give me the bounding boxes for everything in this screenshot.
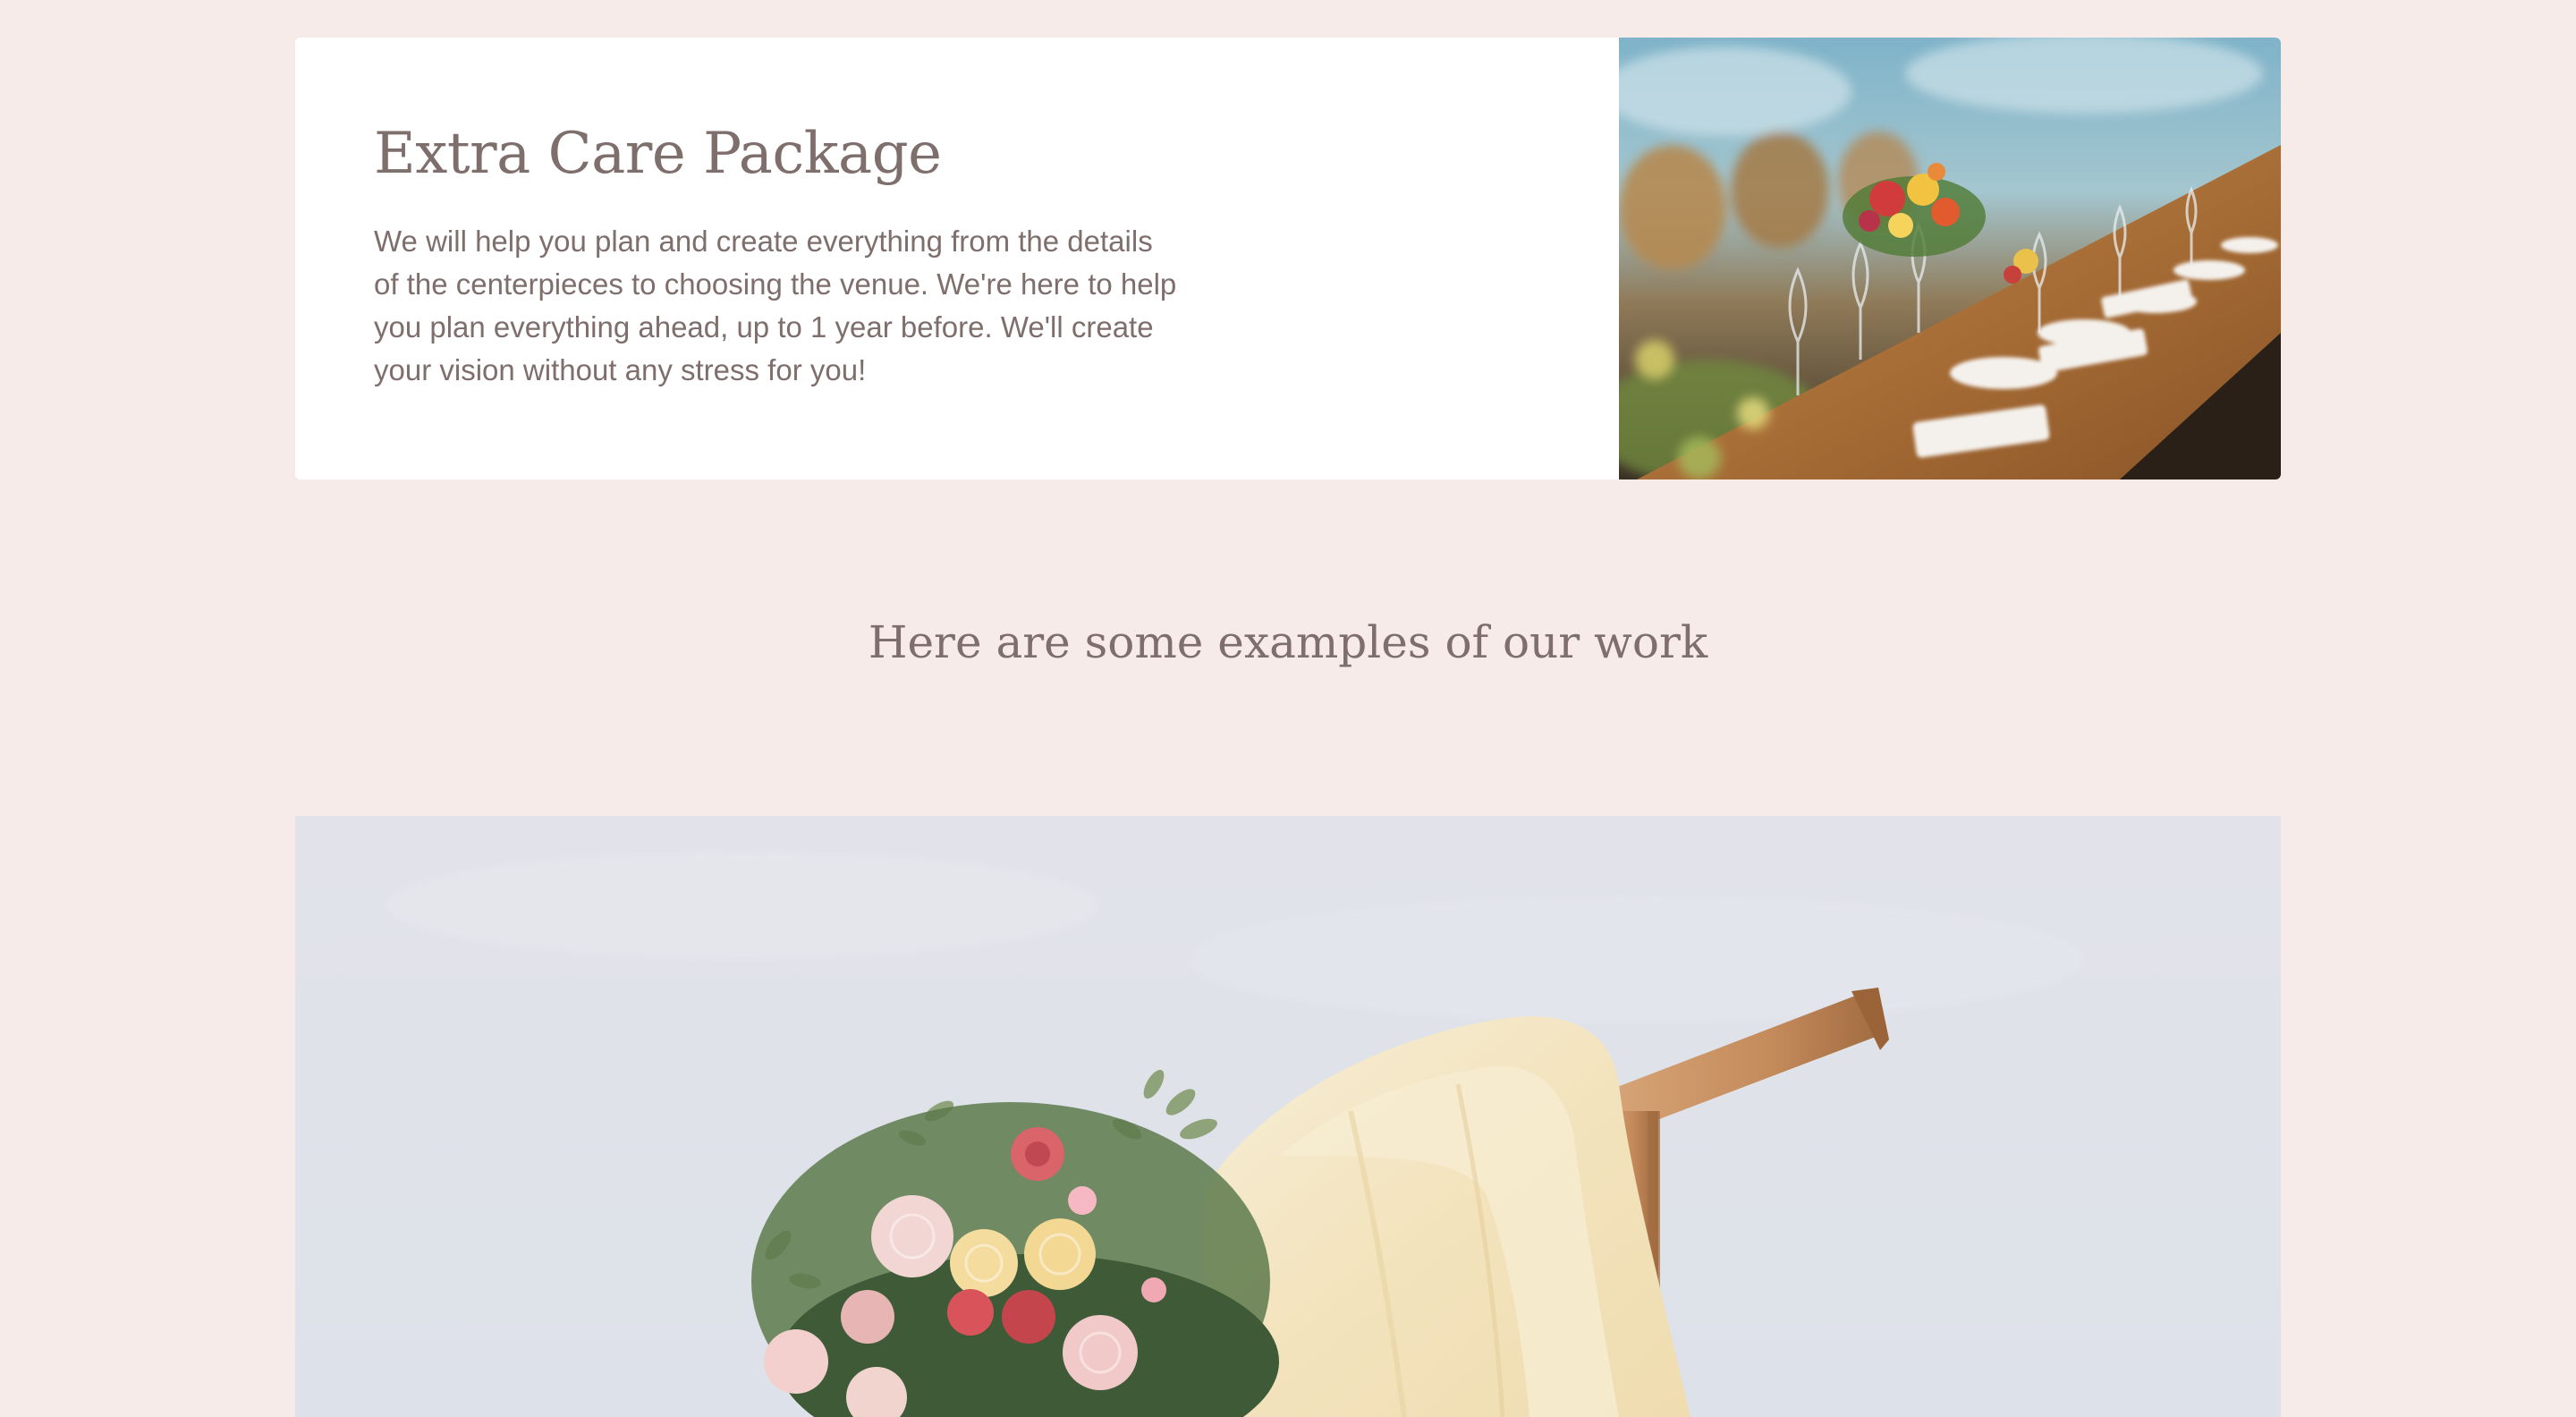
banquet-table-photo — [1619, 38, 2281, 479]
package-title: Extra Care Package — [374, 121, 942, 187]
package-description: We will help you plan and create everyth… — [374, 225, 1177, 386]
wedding-arch-photo — [295, 816, 2281, 1417]
examples-heading: Here are some examples of our work — [868, 616, 1708, 668]
extra-care-package-card: Extra Care Package We will help you plan… — [295, 38, 2281, 479]
banquet-table-image — [1619, 38, 2281, 479]
wedding-arch-image — [295, 816, 2281, 1417]
